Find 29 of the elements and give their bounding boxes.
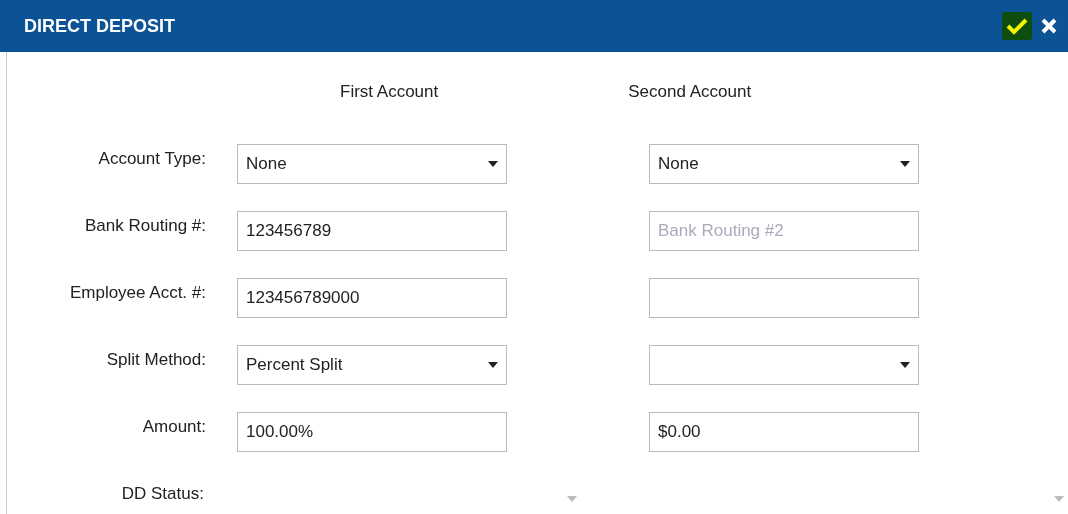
caret-icon bbox=[900, 361, 910, 368]
close-button[interactable] bbox=[1040, 17, 1058, 35]
field-label: Bank Routing #: bbox=[84, 214, 206, 237]
text-field[interactable]: $0.00 bbox=[649, 411, 919, 452]
dropdown[interactable]: None bbox=[649, 143, 919, 184]
field-label: Account Type: bbox=[97, 147, 206, 170]
caret-icon bbox=[567, 495, 578, 502]
text-field[interactable]: Bank Routing #2 bbox=[649, 210, 919, 251]
caret-icon bbox=[488, 160, 498, 167]
confirm-button[interactable] bbox=[1002, 12, 1032, 40]
column-heading: Second Account bbox=[628, 81, 752, 104]
dropdown[interactable]: Percent Split bbox=[237, 344, 507, 385]
dialog-title: DIRECT DEPOSIT bbox=[24, 14, 175, 38]
field-label: Amount: bbox=[141, 415, 206, 438]
column-heading: First Account bbox=[340, 81, 439, 104]
field-label: Split Method: bbox=[105, 348, 206, 371]
checkmark-icon bbox=[1006, 17, 1028, 35]
text-field[interactable]: 123456789000 bbox=[237, 277, 507, 318]
caret-icon bbox=[1054, 495, 1064, 502]
text-field[interactable]: 100.00% bbox=[237, 411, 507, 452]
dropdown[interactable]: None bbox=[237, 143, 507, 184]
close-icon bbox=[1040, 17, 1058, 35]
caret-icon bbox=[900, 160, 910, 167]
text-field[interactable] bbox=[649, 277, 919, 318]
caret-icon bbox=[488, 361, 498, 368]
text-field[interactable]: 123456789 bbox=[237, 210, 507, 251]
dropdown[interactable] bbox=[649, 344, 919, 385]
field-label: Employee Acct. #: bbox=[68, 281, 206, 304]
field-label: DD Status: bbox=[120, 482, 204, 505]
